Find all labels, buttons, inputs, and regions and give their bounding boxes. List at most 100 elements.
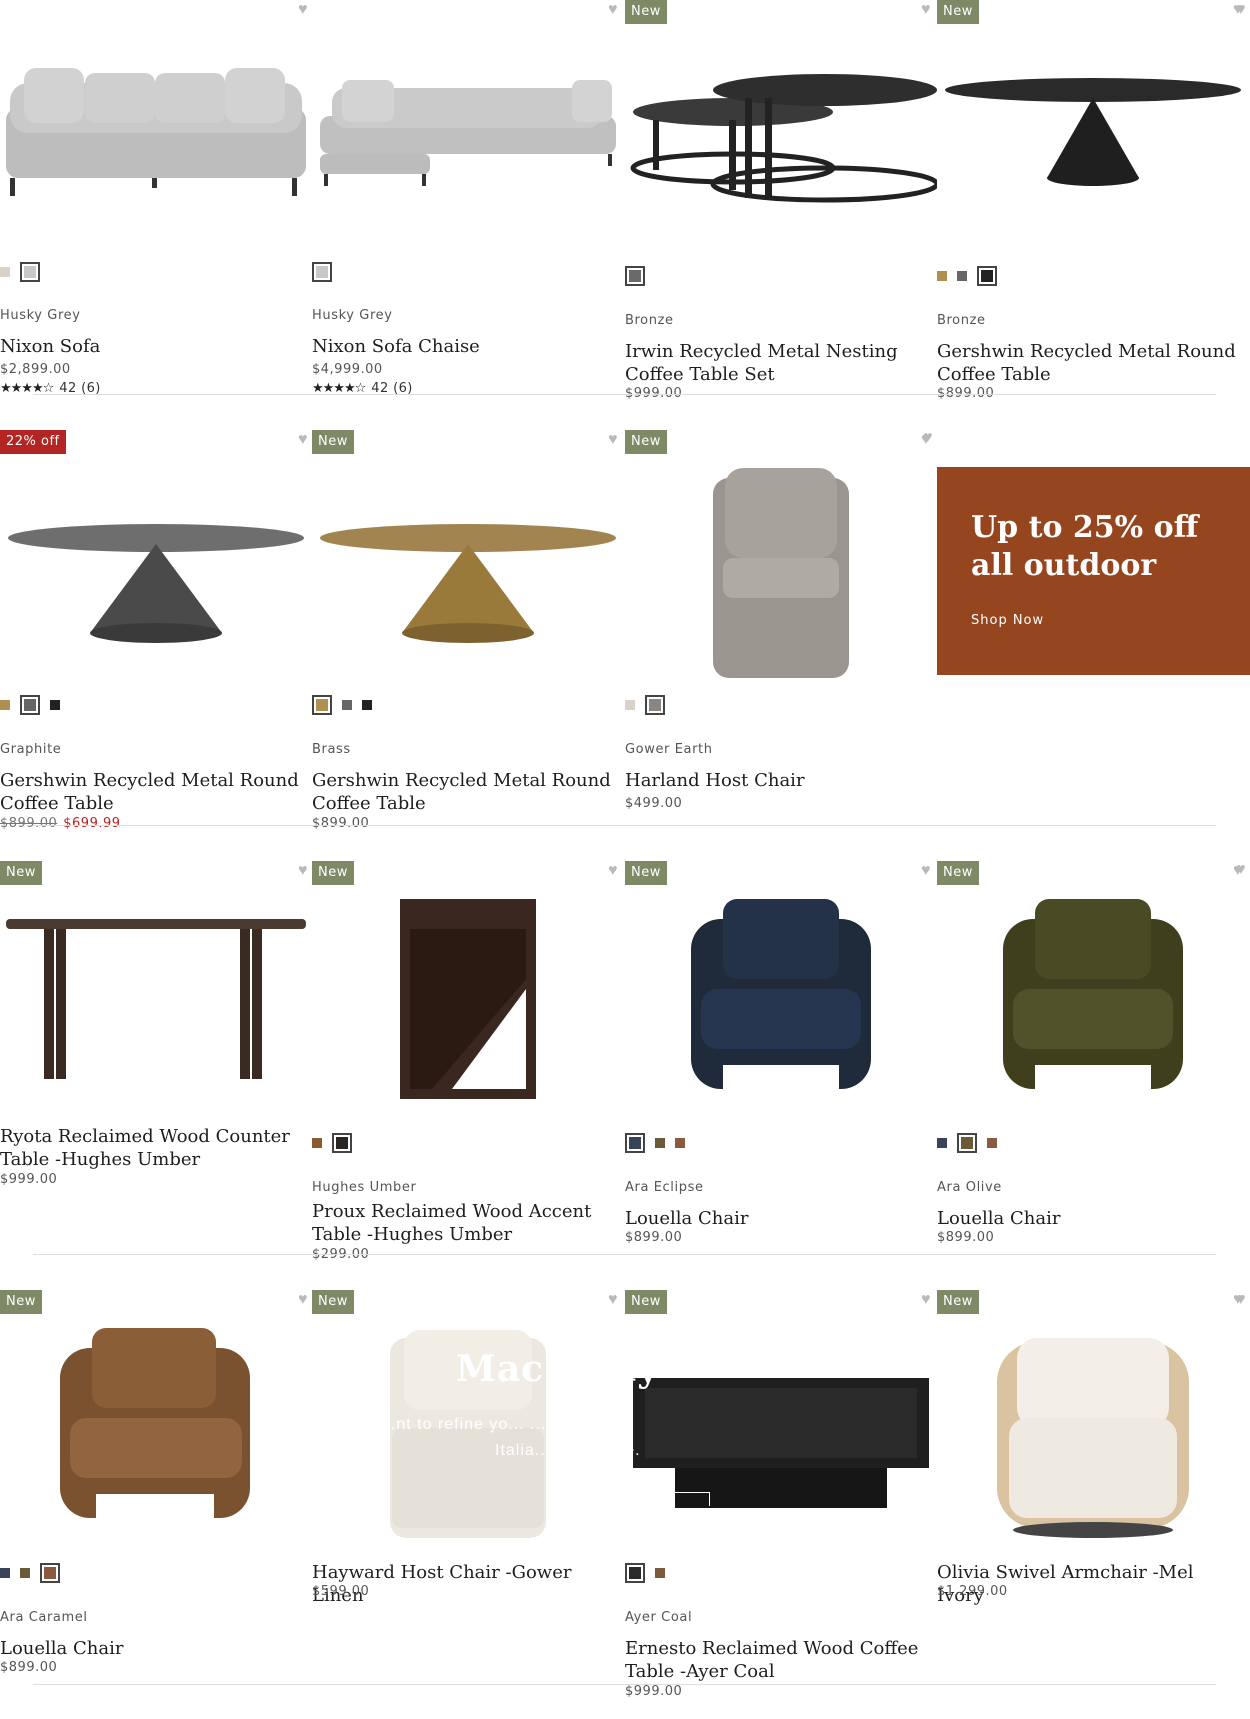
swatch-selected[interactable] xyxy=(977,266,997,286)
swatch[interactable] xyxy=(655,1138,665,1148)
product-name[interactable]: Nixon Sofa xyxy=(0,335,300,358)
product-price: $899.00 xyxy=(0,1660,58,1675)
swatch[interactable] xyxy=(0,700,10,710)
product-badge: New xyxy=(0,1290,42,1314)
swatch[interactable] xyxy=(342,700,352,710)
product-image[interactable] xyxy=(0,458,312,688)
swatch[interactable] xyxy=(20,1568,30,1578)
wishlist-heart-icon[interactable]: ♥ xyxy=(921,863,937,879)
product-name[interactable]: Harland Host Chair xyxy=(625,769,925,792)
variant-name: Brass xyxy=(312,742,351,757)
variant-name: Ara Caramel xyxy=(0,1610,88,1625)
product-name[interactable]: Louella Chair xyxy=(625,1207,925,1230)
product-price: $899.00 xyxy=(312,816,370,831)
wishlist-heart-icon[interactable]: ♥ xyxy=(608,863,624,879)
swatch-selected[interactable] xyxy=(957,1133,977,1153)
product-price: $4,999.00 xyxy=(312,362,383,377)
product-name[interactable]: Gershwin Recycled Metal Round Coffee Tab… xyxy=(0,769,300,815)
price-original: $899.00 xyxy=(0,816,58,831)
swatch[interactable] xyxy=(987,1138,997,1148)
swatch[interactable] xyxy=(625,700,635,710)
product-name[interactable]: Gershwin Recycled Metal Round Coffee Tab… xyxy=(312,769,612,815)
swatch[interactable] xyxy=(675,1138,685,1148)
wishlist-heart-icon[interactable]: ♥ xyxy=(608,2,624,18)
product-image[interactable] xyxy=(0,28,312,258)
swatch-selected[interactable] xyxy=(332,1133,352,1153)
wishlist-heart-icon[interactable]: ♥ xyxy=(1236,862,1250,878)
swatch[interactable] xyxy=(937,1138,947,1148)
swatch[interactable] xyxy=(0,267,10,277)
product-price: $499.00 xyxy=(625,796,683,811)
color-swatches xyxy=(312,1132,352,1154)
variant-name: Graphite xyxy=(0,742,62,757)
variant-name: Ara Olive xyxy=(937,1180,1002,1195)
product-name[interactable]: Proux Reclaimed Wood Accent Table -Hughe… xyxy=(312,1200,612,1246)
product-badge: New xyxy=(312,1290,354,1314)
product-name[interactable]: Nixon Sofa Chaise xyxy=(312,335,612,358)
product-badge: New xyxy=(937,0,979,24)
product-image[interactable] xyxy=(0,1318,312,1548)
product-name[interactable]: Louella Chair xyxy=(0,1637,300,1660)
product-image[interactable] xyxy=(312,458,624,688)
product-name[interactable]: Irwin Recycled Metal Nesting Coffee Tabl… xyxy=(625,340,925,386)
color-swatches xyxy=(0,694,60,716)
product-image[interactable] xyxy=(937,1318,1249,1548)
swatch-selected[interactable] xyxy=(40,1563,60,1583)
swatch-selected[interactable] xyxy=(625,266,645,286)
row-divider xyxy=(33,825,1216,826)
product-image[interactable] xyxy=(312,28,624,258)
wishlist-heart-icon[interactable]: ♥ xyxy=(608,432,624,448)
color-swatches xyxy=(312,694,372,716)
swatch-selected[interactable] xyxy=(645,695,665,715)
product-image[interactable] xyxy=(937,889,1249,1119)
swatch-selected[interactable] xyxy=(312,262,332,282)
product-image[interactable] xyxy=(312,889,624,1119)
swatch-selected[interactable] xyxy=(625,1563,645,1583)
product-image[interactable] xyxy=(625,458,937,688)
product-price: $899.00 xyxy=(937,1230,995,1245)
swatch[interactable] xyxy=(0,1568,10,1578)
wishlist-heart-icon[interactable]: ♥ xyxy=(298,2,314,18)
swatch-selected[interactable] xyxy=(312,695,332,715)
variant-name: Bronze xyxy=(625,313,674,328)
product-badge: New xyxy=(625,1290,667,1314)
product-image[interactable] xyxy=(312,1318,624,1548)
swatch[interactable] xyxy=(50,700,60,710)
product-image[interactable] xyxy=(937,28,1249,258)
product-name[interactable]: Louella Chair xyxy=(937,1207,1237,1230)
wishlist-heart-icon[interactable]: ♥ xyxy=(1236,2,1250,18)
wishlist-heart-icon[interactable]: ♥ xyxy=(921,2,937,18)
product-name[interactable]: Ernesto Reclaimed Wood Coffee Table -Aye… xyxy=(625,1637,925,1683)
color-swatches xyxy=(937,265,997,287)
swatch[interactable] xyxy=(937,271,947,281)
swatch-selected[interactable] xyxy=(625,1133,645,1153)
variant-name: Hughes Umber xyxy=(312,1180,417,1195)
promo-banner[interactable]: Up to 25% off all outdoor Shop Now xyxy=(937,467,1250,675)
wishlist-heart-icon[interactable]: ♥ xyxy=(1236,1292,1250,1308)
variant-name: Husky Grey xyxy=(0,308,81,323)
swatch[interactable] xyxy=(312,1138,322,1148)
product-price: $999.00 xyxy=(625,1684,683,1699)
color-swatches xyxy=(0,261,40,283)
product-image[interactable] xyxy=(625,1318,937,1548)
swatch-selected[interactable] xyxy=(20,695,40,715)
product-name[interactable]: Gershwin Recycled Metal Round Coffee Tab… xyxy=(937,340,1237,386)
product-image[interactable] xyxy=(625,889,937,1119)
color-swatches xyxy=(625,1562,665,1584)
swatch[interactable] xyxy=(362,700,372,710)
swatch[interactable] xyxy=(957,271,967,281)
wishlist-heart-icon[interactable]: ♥ xyxy=(921,1292,937,1308)
wishlist-heart-icon[interactable]: ♥ xyxy=(608,1292,624,1308)
product-image[interactable] xyxy=(0,889,312,1119)
wishlist-heart-icon[interactable]: ♥ xyxy=(923,430,939,446)
product-price: $899.00 $699.99 xyxy=(0,816,121,831)
product-image[interactable] xyxy=(625,28,937,258)
variant-name: Bronze xyxy=(937,313,986,328)
swatch[interactable] xyxy=(655,1568,665,1578)
promo-shop-now-link[interactable]: Shop Now xyxy=(971,613,1044,628)
color-swatches xyxy=(312,261,332,283)
product-price: $599.00 xyxy=(312,1584,370,1599)
product-name[interactable]: Ryota Reclaimed Wood Counter Table -Hugh… xyxy=(0,1125,300,1171)
swatch-selected[interactable] xyxy=(20,262,40,282)
variant-name: Gower Earth xyxy=(625,742,713,757)
